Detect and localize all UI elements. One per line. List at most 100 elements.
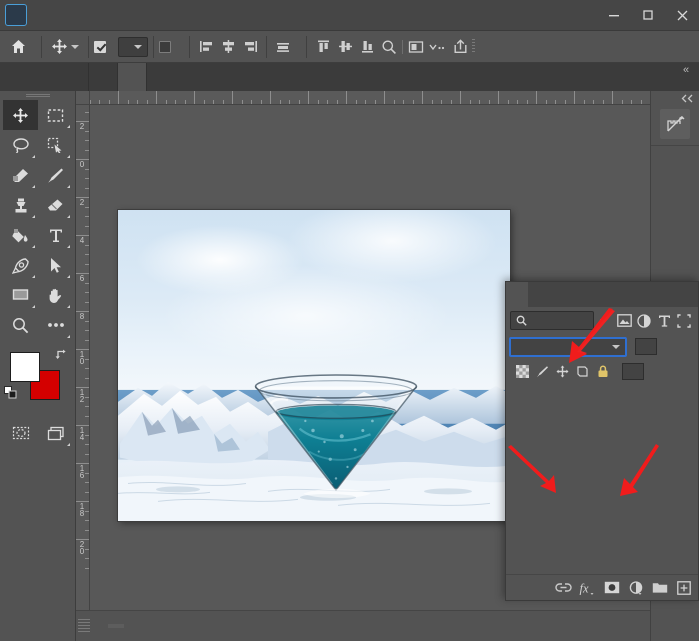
default-colors-icon[interactable]	[4, 386, 18, 405]
add-layer-mask-button[interactable]	[601, 577, 622, 598]
hand-tool[interactable]	[38, 280, 73, 310]
menu-window[interactable]	[161, 11, 175, 19]
more-options-icon[interactable]	[427, 35, 449, 59]
brush-tool[interactable]	[38, 160, 73, 190]
tab-layers[interactable]	[506, 282, 528, 307]
ruler-minor-tick	[99, 100, 100, 104]
lock-all-padlock-icon[interactable]	[595, 363, 610, 379]
blend-mode-dropdown[interactable]	[509, 336, 627, 357]
ruler-tick	[384, 91, 385, 104]
ruler-minor-tick	[85, 330, 89, 331]
zoom-tool[interactable]	[3, 310, 38, 340]
measurement-log-panel-button[interactable]	[660, 109, 690, 139]
fill-value[interactable]	[622, 362, 644, 380]
link-layers-button[interactable]	[553, 577, 574, 598]
document-artboard[interactable]	[118, 210, 510, 521]
tool-preset-chevron-down-icon[interactable]	[71, 44, 79, 49]
ruler-minor-tick	[602, 100, 604, 104]
quick-selection-tool[interactable]	[38, 130, 73, 160]
vertical-ruler[interactable]: 4202468101214161820	[76, 105, 90, 610]
lock-image-pixels-brush-icon[interactable]	[535, 363, 550, 379]
ruler-minor-tick	[631, 100, 632, 104]
rectangular-marquee-tool[interactable]	[38, 100, 73, 130]
share-icon[interactable]	[449, 35, 471, 59]
search-icon[interactable]	[378, 35, 400, 59]
menu-edit[interactable]	[49, 11, 63, 19]
pen-tool[interactable]	[3, 250, 38, 280]
menu-3d[interactable]	[133, 11, 147, 19]
lock-artboard-nesting-icon[interactable]	[575, 363, 590, 379]
ruler-minor-tick	[85, 358, 89, 360]
spot-healing-brush-tool[interactable]	[3, 160, 38, 190]
collapse-panels-icon[interactable]: «	[673, 63, 699, 91]
ruler-minor-tick	[85, 216, 89, 217]
screen-mode-icon[interactable]	[38, 418, 73, 448]
swap-colors-icon[interactable]	[55, 348, 68, 364]
show-transform-checkbox[interactable]	[159, 40, 171, 53]
eraser-tool[interactable]	[38, 190, 73, 220]
ruler-minor-tick	[85, 548, 89, 550]
filter-chevron-down-icon[interactable]	[594, 310, 614, 332]
minimize-button[interactable]	[597, 0, 631, 31]
filter-type-layers-text-icon[interactable]	[654, 310, 674, 332]
new-adjustment-layer-button[interactable]	[625, 577, 646, 598]
menu-image[interactable]	[63, 11, 77, 19]
lock-position-move-icon[interactable]	[555, 363, 570, 379]
3d-panel-icon[interactable]	[405, 35, 427, 59]
rectangle-shape-tool[interactable]	[3, 280, 38, 310]
type-tool[interactable]	[38, 220, 73, 250]
tools-panel-grip[interactable]	[0, 91, 75, 100]
clone-stamp-tool[interactable]	[3, 190, 38, 220]
align-bottom-edges-icon[interactable]	[356, 35, 378, 59]
auto-select-target-dropdown[interactable]	[118, 36, 148, 57]
distribute-horizontal-icon[interactable]	[272, 35, 294, 59]
horizontal-ruler[interactable]	[90, 91, 650, 105]
menu-items	[35, 11, 189, 19]
auto-select-checkbox-group[interactable]	[94, 40, 110, 53]
filter-kind-dropdown[interactable]	[510, 311, 595, 330]
show-transform-controls-group[interactable]	[159, 40, 175, 53]
menu-select[interactable]	[105, 11, 119, 19]
ruler-tick	[232, 91, 233, 104]
filter-pixel-layers-image-icon[interactable]	[614, 310, 634, 332]
document-dimensions-status[interactable]	[108, 624, 124, 628]
ruler-corner[interactable]	[76, 91, 90, 105]
paint-bucket-tool[interactable]	[3, 220, 38, 250]
filter-adjustment-layers-icon[interactable]	[634, 310, 654, 332]
move-tool[interactable]	[3, 100, 38, 130]
auto-select-checkbox[interactable]	[94, 40, 106, 53]
align-top-edges-icon[interactable]	[312, 35, 334, 59]
layers-list[interactable]	[506, 383, 698, 574]
home-icon[interactable]	[0, 38, 36, 55]
edit-toolbar-button[interactable]	[38, 310, 73, 340]
document-tab-2[interactable]	[89, 63, 118, 91]
menu-file[interactable]	[35, 11, 49, 19]
layer-style-fx-button[interactable]: fx	[577, 577, 598, 598]
new-group-folder-button[interactable]	[649, 577, 670, 598]
new-layer-button[interactable]	[673, 577, 694, 598]
foreground-color-swatch[interactable]	[10, 352, 40, 382]
align-left-edges-icon[interactable]	[195, 35, 217, 59]
menu-filter[interactable]	[119, 11, 133, 19]
filter-shape-layers-icon[interactable]	[674, 310, 694, 332]
menu-layer[interactable]	[77, 11, 91, 19]
close-button[interactable]	[665, 0, 699, 31]
lasso-tool[interactable]	[3, 130, 38, 160]
menu-type[interactable]	[91, 11, 105, 19]
align-right-edges-icon[interactable]	[239, 35, 261, 59]
document-tab-3[interactable]	[118, 63, 147, 91]
align-horizontal-centers-icon[interactable]	[217, 35, 239, 59]
menu-view[interactable]	[147, 11, 161, 19]
align-vertical-centers-icon[interactable]	[334, 35, 356, 59]
lock-row	[506, 359, 698, 383]
path-selection-tool[interactable]	[38, 250, 73, 280]
maximize-button[interactable]	[631, 0, 665, 31]
active-tool-move[interactable]	[47, 38, 83, 55]
opacity-value[interactable]	[635, 338, 657, 355]
quick-mask-icon[interactable]	[3, 418, 38, 448]
lock-transparent-pixels-checkerboard-icon[interactable]	[515, 363, 530, 379]
document-tab-1[interactable]	[60, 63, 89, 91]
tool-buttons	[0, 100, 76, 340]
collapse-dock-icon[interactable]	[651, 91, 699, 105]
menu-help[interactable]	[175, 11, 189, 19]
